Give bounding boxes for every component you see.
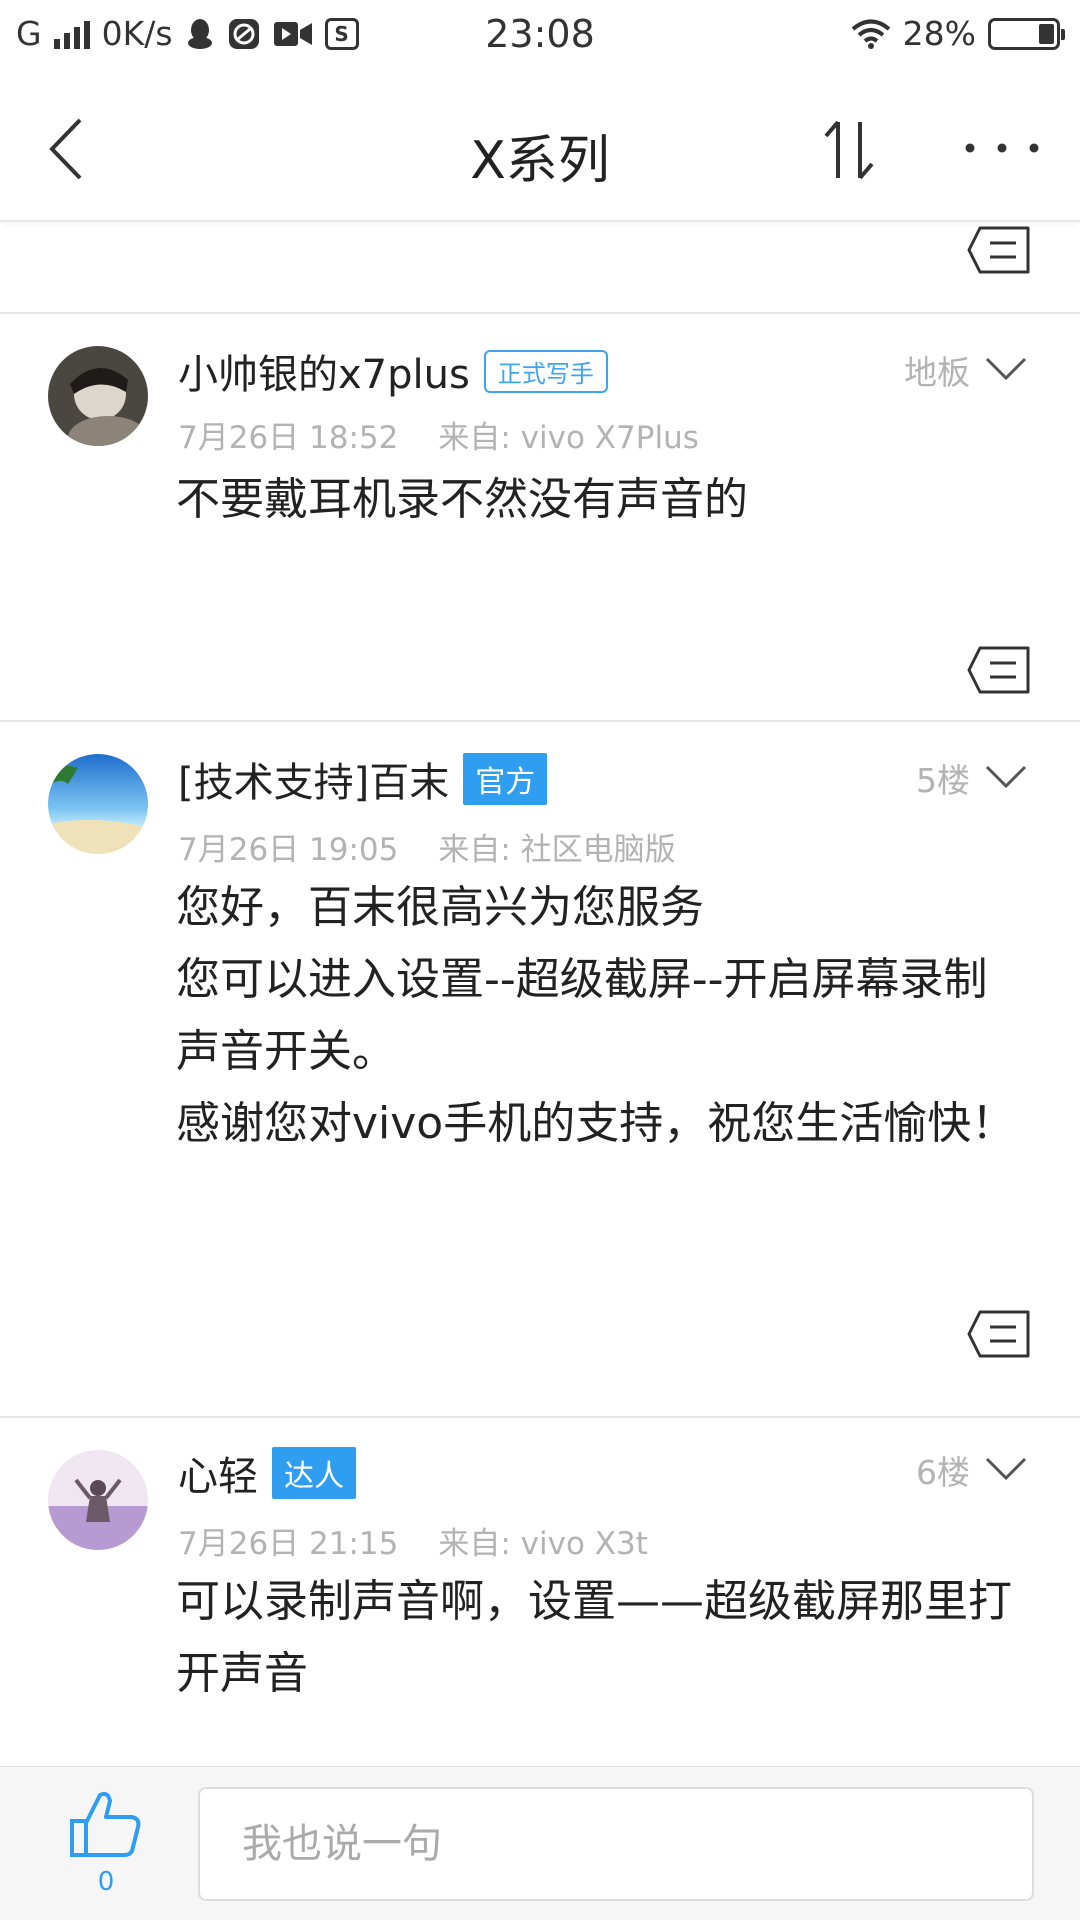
user-badge: 正式写手 — [483, 349, 608, 393]
username[interactable]: 小帅银的x7plus — [178, 342, 470, 400]
post-header: 小帅银的x7plus 正式写手 — [178, 342, 608, 400]
comment-feed[interactable]: 小帅银的x7plus 正式写手 7月26日 18:52 来自: vivo X7Pl… — [0, 224, 1080, 1766]
comment-post: 心轻 达人 7月26日 21:15 来自: vivo X3t 6楼 可以录制声音啊… — [0, 1418, 1080, 1766]
reply-icon[interactable] — [966, 1310, 1032, 1360]
wifi-icon — [851, 19, 890, 49]
post-source: 来自: vivo X3t — [438, 1526, 648, 1562]
more-icon[interactable] — [960, 126, 1044, 170]
username[interactable]: [技术支持]百末 — [178, 750, 449, 808]
like-button[interactable]: 0 — [68, 1789, 144, 1899]
user-badge: 达人 — [272, 1447, 356, 1499]
reply-icon[interactable] — [966, 646, 1032, 696]
post-source: 来自: 社区电脑版 — [438, 832, 676, 868]
status-bar: G 0K/s S 23:08 28% — [0, 0, 1080, 74]
battery-icon — [988, 17, 1065, 50]
comment-post: 小帅银的x7plus 正式写手 7月26日 18:52 来自: vivo X7Pl… — [0, 314, 1080, 722]
sort-icon[interactable] — [820, 118, 880, 182]
chevron-down-icon[interactable] — [984, 764, 1028, 790]
post-meta: 7月26日 21:15 来自: vivo X3t — [178, 1518, 648, 1563]
post-meta: 7月26日 18:52 来自: vivo X7Plus — [178, 412, 699, 457]
chevron-down-icon[interactable] — [984, 356, 1028, 382]
floor-label: 地板 — [904, 353, 970, 392]
floor-label: 5楼 — [916, 761, 970, 800]
post-content: 可以录制声音啊，设置——超级截屏那里打开声音 — [176, 1566, 1020, 1710]
post-header: 心轻 达人 — [178, 1444, 356, 1502]
post-content: 您好，百末很高兴为您服务 您可以进入设置--超级截屏--开启屏幕录制声音开关。 … — [176, 872, 1020, 1160]
status-right: 28% — [851, 14, 1065, 53]
bottom-bar: 0 我也说一句 — [0, 1766, 1080, 1920]
content-line: 您好，百末很高兴为您服务 — [176, 882, 704, 933]
content-line: 不要戴耳机录不然没有声音的 — [176, 474, 748, 525]
chevron-down-icon[interactable] — [984, 1456, 1028, 1482]
avatar[interactable] — [48, 754, 148, 854]
previous-post-tail — [0, 224, 1080, 314]
comment-input[interactable]: 我也说一句 — [198, 1787, 1034, 1901]
post-header: [技术支持]百末 官方 — [178, 750, 548, 808]
post-source: 来自: vivo X7Plus — [438, 420, 699, 456]
reply-icon[interactable] — [966, 226, 1032, 276]
comment-post: [技术支持]百末 官方 7月26日 19:05 来自: 社区电脑版 5楼 您好，百… — [0, 722, 1080, 1418]
back-arrow-icon[interactable] — [40, 114, 96, 184]
battery-percent: 28% — [902, 14, 976, 53]
thumbs-up-icon — [70, 1791, 141, 1857]
avatar[interactable] — [48, 1450, 148, 1550]
app-header: X系列 — [0, 74, 1080, 222]
page-title: X系列 — [470, 131, 610, 191]
content-line: 您可以进入设置--超级截屏--开启屏幕录制声音开关。 — [176, 954, 988, 1077]
post-time: 7月26日 21:15 — [178, 1526, 399, 1562]
post-time: 7月26日 19:05 — [178, 832, 399, 868]
username[interactable]: 心轻 — [178, 1444, 258, 1502]
content-line: 可以录制声音啊，设置——超级截屏那里打开声音 — [176, 1576, 1012, 1699]
user-badge: 官方 — [463, 753, 548, 805]
avatar[interactable] — [48, 346, 148, 446]
post-time: 7月26日 18:52 — [178, 420, 399, 456]
floor-label: 6楼 — [916, 1453, 970, 1492]
content-line: 感谢您对vivo手机的支持，祝您生活愉快！ — [176, 1098, 1016, 1149]
post-meta: 7月26日 19:05 来自: 社区电脑版 — [178, 824, 676, 869]
like-count: 0 — [97, 1867, 115, 1897]
post-content: 不要戴耳机录不然没有声音的 — [176, 464, 1020, 536]
